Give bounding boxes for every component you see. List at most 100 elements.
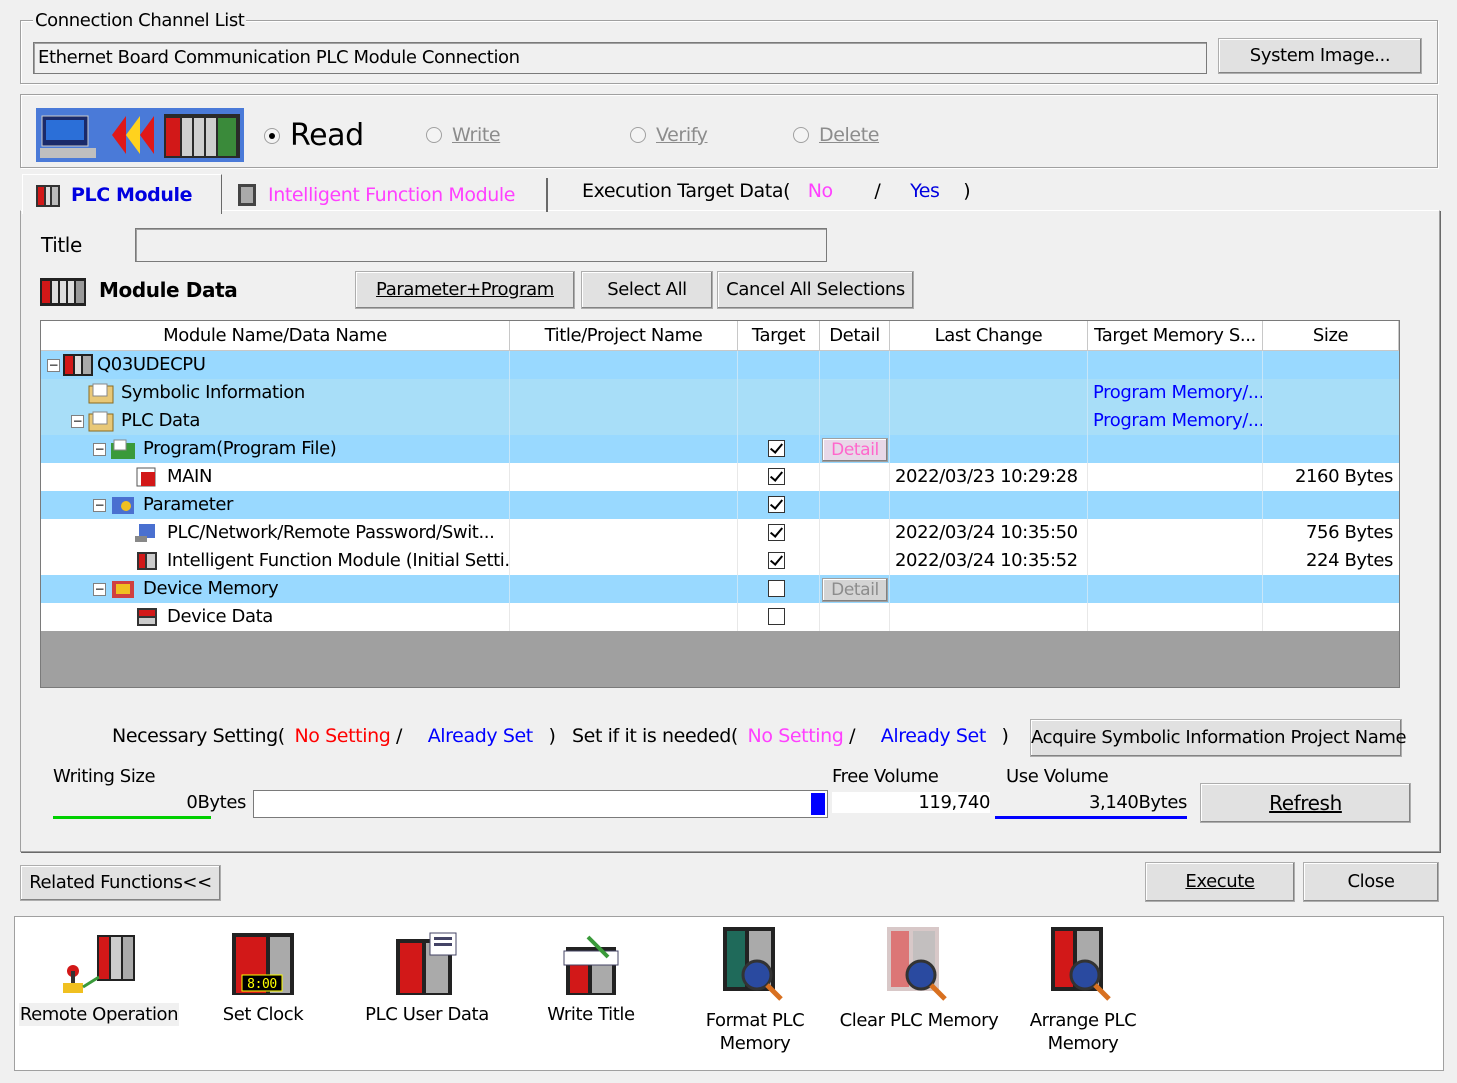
intelligent-function-module-icon xyxy=(238,184,256,206)
collapse-icon[interactable]: − xyxy=(93,499,106,512)
remote-operation-function[interactable]: Remote Operation xyxy=(19,931,179,1026)
header-size[interactable]: Size xyxy=(1263,321,1399,351)
row-memory: Program Memory/... xyxy=(1088,407,1263,435)
target-checkbox[interactable] xyxy=(768,496,785,513)
set-clock-function[interactable]: 8:00 Set Clock xyxy=(183,931,343,1026)
radio-read[interactable]: Read xyxy=(264,118,364,153)
set-if-needed-legend: Set if it is needed( No Setting / Alread… xyxy=(572,725,1009,747)
related-functions-button[interactable]: Related Functions<< xyxy=(20,865,221,901)
plc-user-data-function[interactable]: PLC User Data xyxy=(347,931,507,1026)
detail-button[interactable]: Detail xyxy=(822,578,888,602)
radio-write[interactable]: Write xyxy=(426,124,501,146)
collapse-icon[interactable]: − xyxy=(47,359,60,372)
cpu-icon xyxy=(63,354,93,376)
cancel-all-selections-button[interactable]: Cancel All Selections xyxy=(717,271,914,309)
free-volume-value: 119,740 xyxy=(832,792,990,813)
plc-user-data-icon xyxy=(396,932,457,995)
row-last-change: 2022/03/24 10:35:52 xyxy=(890,547,1088,575)
table-row[interactable]: − Parameter xyxy=(41,491,1399,519)
target-checkbox[interactable] xyxy=(768,608,785,625)
use-volume-value: 3,140Bytes xyxy=(1088,792,1187,813)
network-parameter-icon xyxy=(135,524,155,542)
format-plc-memory-icon xyxy=(723,927,783,1001)
format-plc-memory-function[interactable]: Format PLC Memory xyxy=(675,923,835,1055)
table-row[interactable]: PLC/Network/Remote Password/Swit... 2022… xyxy=(41,519,1399,547)
header-target[interactable]: Target xyxy=(738,321,820,351)
related-functions-panel: Remote Operation 8:00 Set Clock PLC User… xyxy=(14,916,1444,1071)
channel-text: Ethernet Board Communication PLC Module … xyxy=(33,42,1207,74)
row-name: Device Data xyxy=(167,606,273,627)
writing-size-underline xyxy=(53,816,211,819)
table-row[interactable]: − Q03UDECPU xyxy=(41,351,1399,379)
target-checkbox[interactable] xyxy=(768,524,785,541)
header-detail[interactable]: Detail xyxy=(820,321,890,351)
connection-image-icon xyxy=(36,108,244,162)
module-data-icon xyxy=(40,278,86,306)
title-label: Title xyxy=(41,233,82,257)
use-volume-underline xyxy=(995,816,1187,819)
row-name: Intelligent Function Module (Initial Set… xyxy=(167,550,510,571)
connection-channel-legend: Connection Channel List xyxy=(33,10,247,31)
row-last-change: 2022/03/24 10:35:50 xyxy=(890,519,1088,547)
row-memory: Program Memory/... xyxy=(1088,379,1263,407)
target-checkbox[interactable] xyxy=(768,440,785,457)
acquire-symbolic-info-button[interactable]: Acquire Symbolic Information Project Nam… xyxy=(1030,719,1407,757)
row-name: Program(Program File) xyxy=(143,438,337,459)
necessary-setting-legend: Necessary Setting( No Setting / Already … xyxy=(112,725,556,747)
execute-button[interactable]: Execute xyxy=(1145,862,1295,902)
close-button[interactable]: Close xyxy=(1303,862,1439,902)
module-data-grid[interactable]: Module Name/Data Name Title/Project Name… xyxy=(40,320,1400,688)
tab-plc-module[interactable]: PLC Module xyxy=(22,174,222,214)
row-size: 756 Bytes xyxy=(1306,522,1393,543)
system-image-button[interactable]: System Image... xyxy=(1218,38,1422,74)
target-checkbox[interactable] xyxy=(768,580,785,597)
header-module-name[interactable]: Module Name/Data Name xyxy=(41,321,510,351)
table-row[interactable]: − Device Memory Detail xyxy=(41,575,1399,603)
table-row[interactable]: Device Data xyxy=(41,603,1399,631)
target-checkbox[interactable] xyxy=(768,468,785,485)
refresh-button[interactable]: Refresh xyxy=(1200,783,1411,823)
execution-target-data: Execution Target Data( No / Yes ) xyxy=(582,180,971,202)
program-icon xyxy=(136,467,156,487)
clear-plc-memory-function[interactable]: Clear PLC Memory xyxy=(839,923,999,1032)
radio-verify[interactable]: Verify xyxy=(630,124,708,146)
row-size: 2160 Bytes xyxy=(1294,466,1393,487)
table-row[interactable]: MAIN 2022/03/23 10:29:28 2160 Bytes xyxy=(41,463,1399,491)
plc-module-icon xyxy=(36,184,60,207)
free-volume-label: Free Volume xyxy=(832,766,939,787)
use-volume-label: Use Volume xyxy=(1006,766,1109,787)
writing-size-marker xyxy=(811,793,825,815)
row-size: 224 Bytes xyxy=(1306,550,1393,571)
header-title-project[interactable]: Title/Project Name xyxy=(510,321,738,351)
row-name: MAIN xyxy=(167,466,213,487)
write-title-icon xyxy=(563,935,619,995)
radio-delete-circle xyxy=(793,127,809,143)
header-last-change[interactable]: Last Change xyxy=(890,321,1088,351)
radio-read-circle xyxy=(264,127,280,144)
radio-delete[interactable]: Delete xyxy=(793,124,879,146)
table-row[interactable]: Intelligent Function Module (Initial Set… xyxy=(41,547,1399,575)
parameter-icon xyxy=(112,497,134,514)
set-clock-icon: 8:00 xyxy=(232,933,294,995)
table-row[interactable]: − Program(Program File) Detail xyxy=(41,435,1399,463)
intelligent-module-parameter-icon xyxy=(137,552,157,570)
write-title-function[interactable]: Write Title xyxy=(511,931,671,1026)
table-row[interactable]: Symbolic Information Program Memory/... xyxy=(41,379,1399,407)
row-name: PLC/Network/Remote Password/Swit... xyxy=(167,522,495,543)
detail-button[interactable]: Detail xyxy=(822,438,888,462)
parameter-program-button[interactable]: Parameter+Program xyxy=(355,271,575,309)
collapse-icon[interactable]: − xyxy=(93,443,106,456)
collapse-icon[interactable]: − xyxy=(71,415,84,428)
title-input[interactable] xyxy=(135,228,827,262)
writing-size-value: 0Bytes xyxy=(186,792,246,813)
device-data-icon xyxy=(137,608,157,626)
collapse-icon[interactable]: − xyxy=(93,583,106,596)
target-checkbox[interactable] xyxy=(768,552,785,569)
header-target-memory[interactable]: Target Memory S... xyxy=(1088,321,1263,351)
folder-icon xyxy=(88,411,114,432)
select-all-button[interactable]: Select All xyxy=(581,271,713,309)
tab-intelligent-function-module[interactable]: Intelligent Function Module xyxy=(224,178,548,212)
arrange-plc-memory-function[interactable]: Arrange PLC Memory xyxy=(1003,923,1163,1055)
table-row[interactable]: − PLC Data Program Memory/... xyxy=(41,407,1399,435)
device-memory-icon xyxy=(112,581,134,598)
